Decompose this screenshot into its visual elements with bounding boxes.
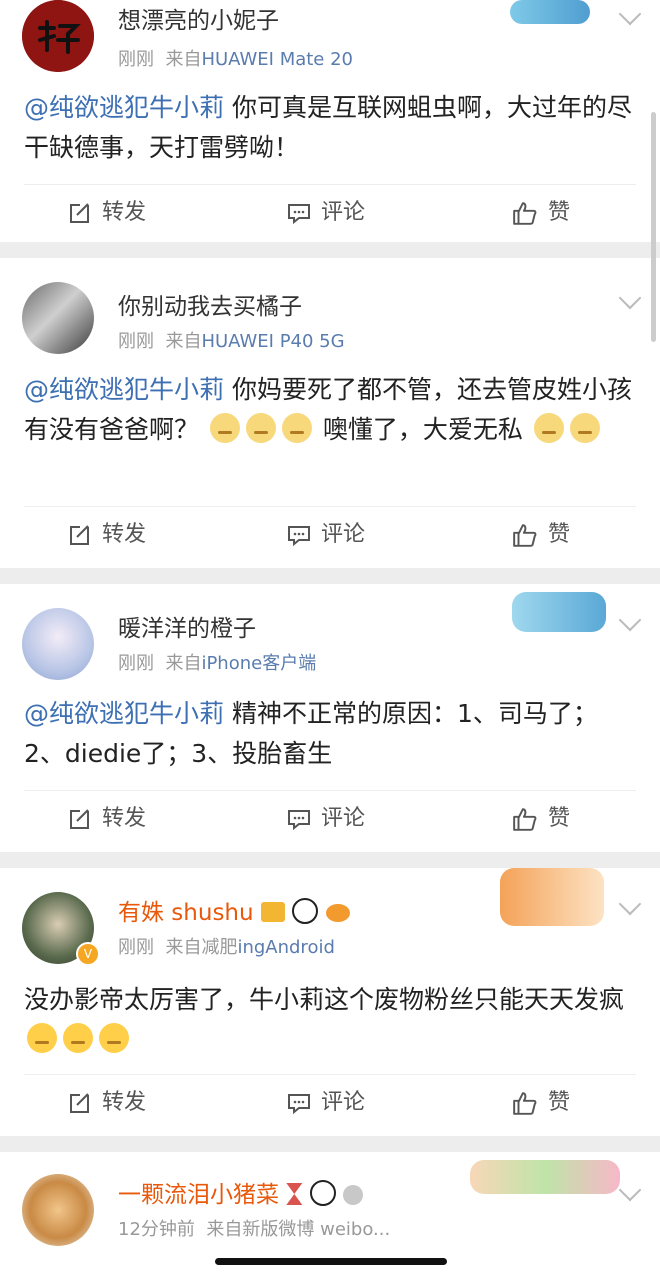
emoji-icon — [281, 413, 312, 443]
repost-icon — [70, 809, 89, 829]
thumbs-up-icon — [513, 808, 537, 831]
device-source[interactable]: iPhone客户端 — [201, 653, 316, 674]
like-button[interactable]: 赞 — [512, 200, 570, 226]
repost-button[interactable]: 转发 — [68, 806, 146, 832]
card-separator — [0, 852, 660, 868]
medal-icon — [342, 1185, 363, 1205]
comment-button[interactable]: 评论 — [287, 806, 365, 832]
username[interactable]: 暖洋洋的橙子 — [118, 614, 256, 644]
comment-button[interactable]: 评论 — [287, 200, 365, 226]
mention-link[interactable]: @纯欲逃犯牛小莉 — [24, 93, 224, 122]
thumbs-up-icon — [513, 1092, 537, 1115]
divider — [24, 790, 636, 791]
comment-icon — [288, 204, 310, 225]
source-prefix: 来自 — [165, 331, 202, 352]
username[interactable]: 想漂亮的小妮子 — [118, 6, 279, 36]
home-indicator[interactable] — [215, 1258, 447, 1265]
post-meta: 刚刚 来自减肥ingAndroid — [118, 936, 335, 960]
thumbs-up-icon — [513, 202, 537, 225]
verified-badge-icon: V — [76, 942, 100, 966]
comment-button[interactable]: 评论 — [287, 522, 365, 548]
comment-icon — [288, 526, 310, 547]
username[interactable]: 一颗流泪小猪菜 — [118, 1180, 363, 1210]
post-text: @纯欲逃犯牛小莉 你妈要死了都不管，还去管皮姓小孩有没有爸爸啊？ 噢懂了，大爱无… — [24, 375, 632, 444]
repost-icon — [70, 1093, 89, 1113]
source-prefix: 来自 — [165, 49, 202, 70]
post-meta: 刚刚 来自iPhone客户端 — [118, 652, 316, 676]
post-text: 没办影帝太厉害了，牛小莉这个废物粉丝只能天天发疯 — [24, 980, 636, 1060]
username[interactable]: 你别动我去买橘子 — [118, 292, 302, 322]
crying-emoji-icon — [63, 1023, 93, 1053]
post-meta: 12分钟前 来自新版微博 weibo... — [118, 1218, 390, 1242]
scrollbar[interactable] — [651, 112, 656, 342]
post-time: 刚刚 — [118, 937, 154, 958]
like-button[interactable]: 赞 — [512, 806, 570, 832]
post-card: 想漂亮的小妮子 刚刚 来自HUAWEI Mate 20 @纯欲逃犯牛小莉 你可真… — [0, 0, 660, 242]
post-card: 你别动我去买橘子 刚刚 来自HUAWEI P40 5G @纯欲逃犯牛小莉 你妈要… — [0, 258, 660, 568]
post-text: @纯欲逃犯牛小莉 精神不正常的原因：1、司马了；2、diedie了；3、投胎畜生 — [24, 699, 598, 768]
crying-emoji-icon — [27, 1023, 57, 1053]
decoration-card-badge[interactable] — [512, 592, 606, 632]
chevron-down-icon[interactable] — [618, 286, 642, 310]
post-meta: 刚刚 来自HUAWEI P40 5G — [118, 330, 345, 354]
emoji-icon — [245, 413, 276, 443]
source-prefix: 来自新版微博 — [206, 1219, 315, 1240]
username[interactable]: 有姝 shushu — [118, 898, 350, 928]
avatar[interactable] — [22, 608, 94, 680]
post-time: 刚刚 — [118, 331, 154, 352]
decoration-card-badge[interactable] — [510, 0, 590, 24]
post-card: V 有姝 shushu 刚刚 来自减肥ingAndroid 没办影帝太厉害了，牛… — [0, 868, 660, 1136]
divider — [24, 1074, 636, 1075]
hourglass-icon — [286, 1183, 303, 1205]
decoration-card-badge[interactable] — [500, 868, 604, 926]
repost-button[interactable]: 转发 — [68, 522, 146, 548]
chevron-down-icon[interactable] — [618, 2, 642, 26]
emoji-icon — [569, 413, 600, 443]
emoji-icon — [209, 413, 240, 443]
repost-button[interactable]: 转发 — [68, 200, 146, 226]
device-source[interactable]: ingAndroid — [237, 937, 334, 958]
comment-icon — [288, 810, 310, 831]
divider — [24, 184, 636, 185]
like-button[interactable]: 赞 — [512, 522, 570, 548]
chevron-down-icon[interactable] — [618, 892, 642, 916]
avatar[interactable] — [22, 1174, 94, 1246]
device-source[interactable]: HUAWEI Mate 20 — [201, 49, 353, 70]
panda-icon — [309, 1180, 336, 1206]
device-source[interactable]: weibo... — [320, 1219, 390, 1240]
fish-icon — [325, 904, 350, 922]
comment-icon — [288, 1094, 310, 1115]
card-separator — [0, 1136, 660, 1152]
source-prefix: 来自 — [165, 653, 202, 674]
post-card: 暖洋洋的橙子 刚刚 来自iPhone客户端 @纯欲逃犯牛小莉 精神不正常的原因：… — [0, 584, 660, 852]
repost-icon — [70, 203, 89, 223]
post-text: @纯欲逃犯牛小莉 你可真是互联网蛆虫啊，大过年的尽干缺德事，天打雷劈呦！ — [24, 93, 632, 162]
avatar[interactable] — [22, 282, 94, 354]
panda-icon — [292, 898, 319, 924]
post-time: 刚刚 — [118, 49, 154, 70]
thumbs-up-icon — [513, 524, 537, 547]
card-separator — [0, 242, 660, 258]
decoration-card-badge[interactable] — [470, 1160, 620, 1194]
post-meta: 刚刚 来自HUAWEI Mate 20 — [118, 48, 353, 72]
post-time: 刚刚 — [118, 653, 154, 674]
comment-button[interactable]: 评论 — [287, 1090, 365, 1116]
avatar[interactable] — [22, 0, 94, 72]
repost-button[interactable]: 转发 — [68, 1090, 146, 1116]
mention-link[interactable]: @纯欲逃犯牛小莉 — [24, 375, 224, 404]
mention-link[interactable]: @纯欲逃犯牛小莉 — [24, 699, 224, 728]
divider — [24, 506, 636, 507]
device-source[interactable]: HUAWEI P40 5G — [201, 331, 344, 352]
chevron-down-icon[interactable] — [618, 608, 642, 632]
crown-icon — [260, 902, 285, 922]
repost-icon — [70, 525, 89, 545]
post-time: 12分钟前 — [118, 1219, 195, 1240]
emoji-icon — [533, 413, 564, 443]
chevron-down-icon[interactable] — [618, 1178, 642, 1202]
card-separator — [0, 568, 660, 584]
crying-emoji-icon — [99, 1023, 129, 1053]
like-button[interactable]: 赞 — [512, 1090, 570, 1116]
source-prefix: 来自减肥 — [165, 937, 238, 958]
